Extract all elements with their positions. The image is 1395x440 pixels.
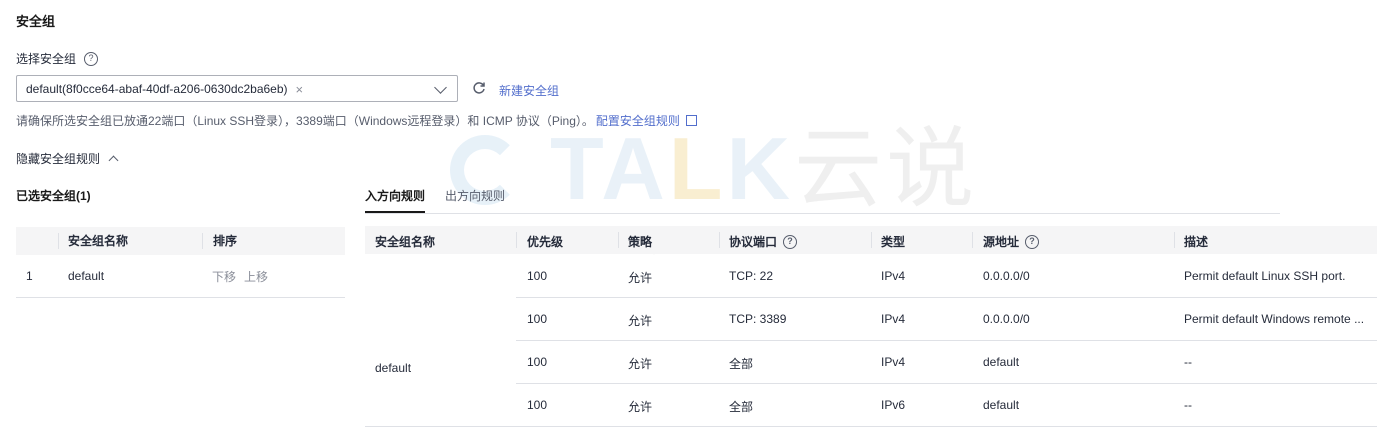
header-type: 类型 <box>881 235 906 249</box>
table-row: 1 default 下移 上移 <box>16 255 345 298</box>
section-title: 安全组 <box>16 14 56 29</box>
rule-desc: Permit default Windows remote ... <box>1184 312 1365 326</box>
selected-groups-title: 已选安全组(1) <box>16 189 91 203</box>
rule-priority: 100 <box>527 355 548 369</box>
tip-text: 请确保所选安全组已放通22端口（Linux SSH登录），3389端口（Wind… <box>16 114 594 128</box>
rule-desc: -- <box>1184 355 1192 369</box>
rule-policy: 允许 <box>628 314 653 328</box>
chevron-up-icon <box>108 155 119 166</box>
header-source: 源地址? <box>983 233 1040 250</box>
header-policy: 策略 <box>628 235 653 249</box>
question-circle-icon[interactable]: ? <box>84 51 99 66</box>
table-row: 100 允许 全部 IPv6 default -- <box>516 383 1377 427</box>
hide-rules-label: 隐藏安全组规则 <box>16 152 101 166</box>
header-sg-name: 安全组名称 <box>375 235 436 249</box>
row-index: 1 <box>26 269 33 283</box>
rule-group-name: default <box>375 361 412 375</box>
close-icon[interactable]: × <box>296 83 304 96</box>
hide-rules-toggle[interactable]: 隐藏安全组规则 <box>16 150 119 167</box>
question-circle-icon[interactable]: ? <box>783 234 798 249</box>
configure-rules-link[interactable]: 配置安全组规则 <box>596 114 680 128</box>
rule-port: TCP: 22 <box>729 269 774 283</box>
rule-source: 0.0.0.0/0 <box>983 312 1030 326</box>
rule-source: 0.0.0.0/0 <box>983 269 1030 283</box>
selected-tag: default(8f0cce64-abaf-40df-a206-0630dc2b… <box>26 81 303 97</box>
rule-type: IPv6 <box>881 398 906 412</box>
table-row: 100 允许 全部 IPv4 default -- <box>516 340 1377 384</box>
rule-policy: 允许 <box>628 357 653 371</box>
rules-table-header: 安全组名称 优先级 策略 协议端口? 类型 源地址? 描述 <box>365 226 1377 254</box>
rule-priority: 100 <box>527 269 548 283</box>
rules-table: 安全组名称 优先级 策略 协议端口? 类型 源地址? 描述 default 10… <box>365 226 1377 427</box>
rules-table-body: default 100 允许 TCP: 22 IPv4 0.0.0.0/0 Pe… <box>365 254 1377 427</box>
selected-groups-table: 安全组名称 排序 1 default 下移 上移 <box>16 227 345 298</box>
order-actions: 下移 上移 <box>212 268 268 285</box>
table-header: 安全组名称 排序 <box>16 227 345 255</box>
table-row: 100 允许 TCP: 22 IPv4 0.0.0.0/0 Permit def… <box>516 254 1377 298</box>
tab-inbound[interactable]: 入方向规则 <box>365 187 426 213</box>
select-label: 选择安全组 <box>16 52 77 66</box>
header-priority: 优先级 <box>527 235 564 249</box>
select-label-row: 选择安全组 ? <box>16 50 99 67</box>
tab-outbound[interactable]: 出方向规则 <box>445 187 505 213</box>
move-up-button[interactable]: 上移 <box>244 268 268 285</box>
move-down-button[interactable]: 下移 <box>212 268 236 285</box>
row-sg-name: default <box>68 269 105 283</box>
rule-desc: Permit default Linux SSH port. <box>1184 269 1346 283</box>
security-group-select[interactable]: default(8f0cce64-abaf-40df-a206-0630dc2b… <box>16 75 458 102</box>
rule-desc: -- <box>1184 398 1192 412</box>
rule-type: IPv4 <box>881 312 906 326</box>
rule-priority: 100 <box>527 398 548 412</box>
rule-port: 全部 <box>729 400 754 414</box>
rule-port: TCP: 3389 <box>729 312 787 326</box>
new-security-group-link[interactable]: 新建安全组 <box>499 82 559 99</box>
rule-policy: 允许 <box>628 400 653 414</box>
header-port: 协议端口? <box>729 233 798 250</box>
rules-tabs: 入方向规则 出方向规则 <box>365 187 1280 214</box>
header-order: 排序 <box>202 233 237 249</box>
rule-source-link[interactable]: default <box>983 398 1019 412</box>
rule-type: IPv4 <box>881 355 906 369</box>
rule-type: IPv4 <box>881 269 906 283</box>
table-row: 100 允许 TCP: 3389 IPv4 0.0.0.0/0 Permit d… <box>516 297 1377 341</box>
header-sg-name: 安全组名称 <box>68 234 129 248</box>
rule-source-link[interactable]: default <box>983 355 1019 369</box>
question-circle-icon[interactable]: ? <box>1025 234 1040 249</box>
tip-text-row: 请确保所选安全组已放通22端口（Linux SSH登录），3389端口（Wind… <box>16 112 697 129</box>
refresh-icon[interactable] <box>472 81 486 95</box>
rule-port: 全部 <box>729 357 754 371</box>
header-desc: 描述 <box>1184 235 1209 249</box>
external-link-icon[interactable] <box>685 115 697 126</box>
chevron-down-icon[interactable] <box>434 81 447 94</box>
rule-policy: 允许 <box>628 271 653 285</box>
selected-tag-label: default(8f0cce64-abaf-40df-a206-0630dc2b… <box>26 82 288 96</box>
rule-priority: 100 <box>527 312 548 326</box>
